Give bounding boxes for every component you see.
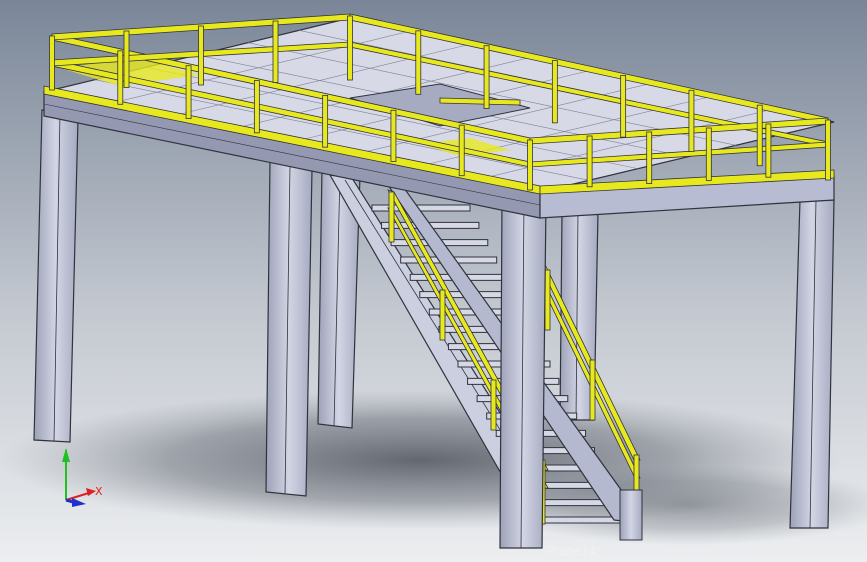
railing-post — [688, 89, 695, 152]
railing-post — [765, 123, 772, 178]
graphics-viewport[interactable]: X Plane14 — [0, 0, 867, 562]
triad-x-label: X — [95, 485, 103, 498]
railing-post — [198, 25, 204, 86]
railing-post — [415, 30, 422, 95]
stair-tread — [371, 204, 471, 212]
railing-post — [646, 131, 653, 184]
railing-post — [322, 95, 329, 148]
railing-post — [117, 50, 124, 105]
railing-post — [756, 104, 763, 167]
railing-post — [458, 124, 465, 177]
railing-post — [272, 20, 279, 83]
railing-post — [705, 127, 712, 181]
railing-post — [825, 119, 831, 181]
railing-post — [483, 45, 490, 109]
railing-post — [551, 60, 558, 124]
railing-post — [586, 135, 593, 188]
model-canvas[interactable]: X Plane14 — [0, 0, 867, 562]
railing-post — [527, 139, 533, 191]
plane-label: Plane14 — [548, 544, 596, 558]
railing-post — [347, 15, 353, 81]
railing-post — [390, 109, 397, 162]
railing-post — [620, 75, 627, 138]
railing-post — [253, 80, 260, 134]
railing-post — [185, 65, 192, 119]
railing-post — [49, 35, 55, 91]
railing-post — [123, 30, 130, 88]
